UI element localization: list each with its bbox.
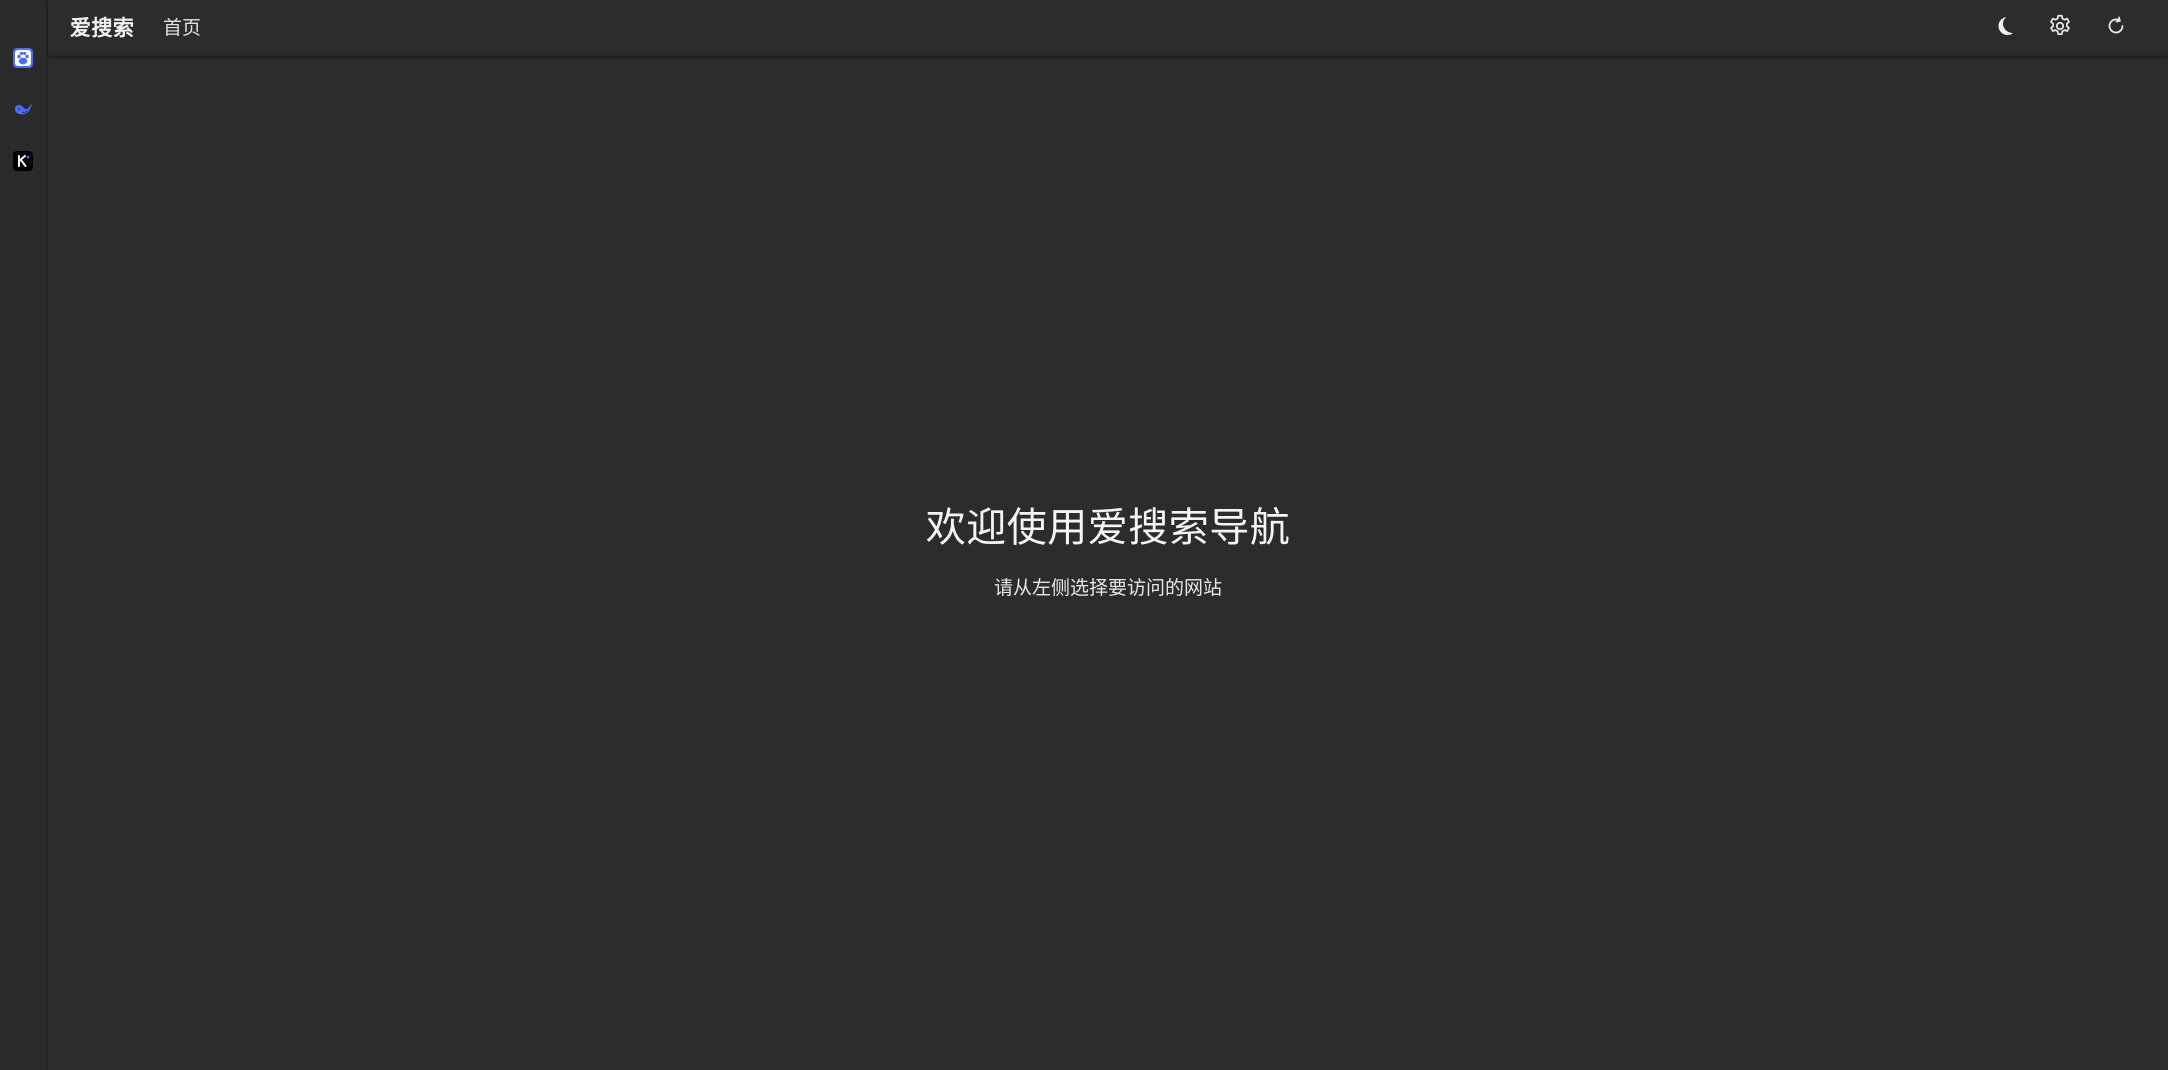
baidu-paw-icon [13,48,33,68]
sidebar-item-baidu[interactable] [13,48,33,68]
deepseek-whale-icon [13,99,33,119]
top-bar: 爱搜索 首页 [48,0,2168,56]
site-sidebar [0,0,48,1070]
app-window: 爱搜索 首页 欢迎使用爱搜索导航 请从左侧选择要访问的网站 [0,0,2168,1070]
theme-toggle-button[interactable] [1990,14,2018,42]
brand-title[interactable]: 爱搜索 [70,14,135,42]
welcome-title: 欢迎使用爱搜索导航 [925,505,1291,551]
settings-button[interactable] [2046,14,2074,42]
moon-icon [1992,14,2016,42]
nav-home-link[interactable]: 首页 [163,15,201,41]
sidebar-item-deepseek[interactable] [13,99,33,119]
refresh-button[interactable] [2102,14,2130,42]
refresh-icon [2104,14,2128,42]
kimi-k-icon [13,151,33,171]
gear-icon [2047,13,2073,43]
welcome-panel: 欢迎使用爱搜索导航 请从左侧选择要访问的网站 [48,56,2168,1070]
welcome-subtitle: 请从左侧选择要访问的网站 [993,577,1222,599]
sidebar-item-kimi[interactable] [13,151,33,171]
